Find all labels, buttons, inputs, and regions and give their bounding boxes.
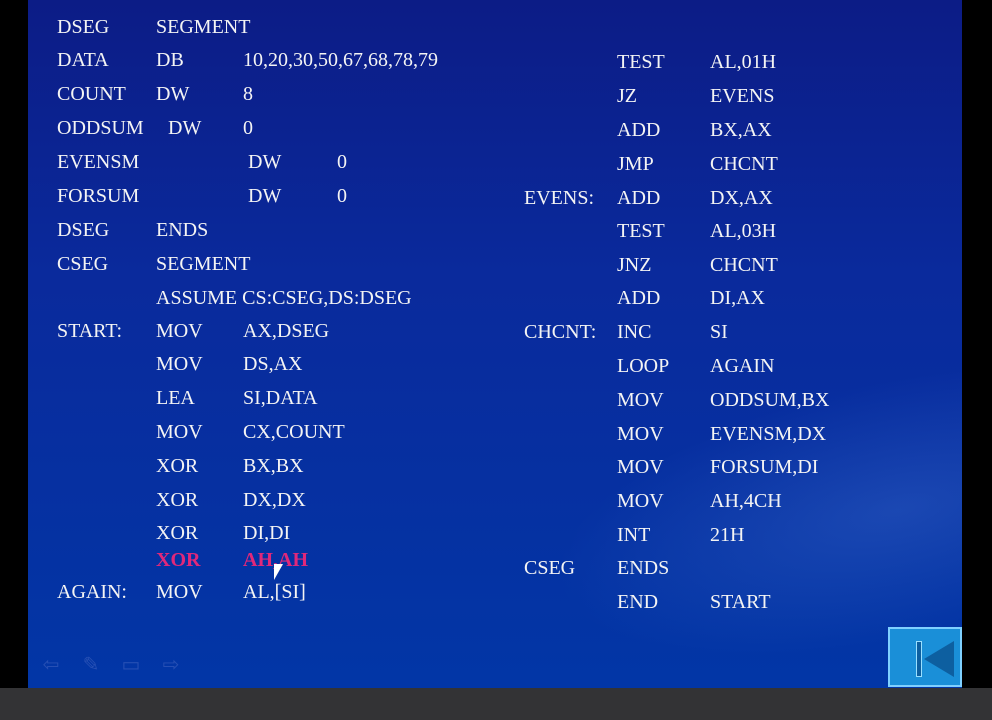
first-slide-icon-bar — [916, 641, 922, 677]
code-opcode: END — [617, 591, 659, 613]
code-opcode: INT — [617, 524, 651, 546]
first-slide-button[interactable] — [888, 627, 962, 687]
pen-icon[interactable]: ✎ — [80, 654, 102, 676]
code-opcode: MOV — [156, 421, 203, 443]
code-operand: START — [710, 591, 771, 613]
code-label: CHCNT: — [524, 321, 597, 343]
code-opcode: LEA — [156, 387, 195, 409]
code-opcode: TEST — [617, 51, 665, 73]
code-operand: 0 — [337, 151, 347, 173]
code-opcode: DW — [248, 151, 282, 173]
code-operand: AGAIN — [710, 355, 775, 377]
code-operand: CHCNT — [710, 153, 778, 175]
slide: DSEG SEGMENT DATA DB 10,20,30,50,67,68,78,79… — [28, 0, 962, 688]
code-label: CSEG — [524, 557, 576, 579]
code-opcode: XOR — [156, 455, 199, 477]
code-label: FORSUM — [57, 185, 140, 207]
code-operand: 0 — [337, 185, 347, 207]
code-opcode: ADD — [617, 119, 661, 141]
code-label: START: — [57, 320, 123, 342]
code-operand: CHCNT — [710, 254, 778, 276]
screen-icon[interactable]: ▭ — [120, 654, 142, 676]
code-operand: AX,DSEG — [243, 320, 330, 342]
code-opcode: DW — [168, 117, 202, 139]
code-operand: AL,[SI] — [243, 581, 306, 603]
code-operand: BX,AX — [710, 119, 772, 141]
code-label: DATA — [57, 49, 109, 71]
code-operand: ODDSUM,BX — [710, 389, 830, 411]
code-operand: SI — [710, 321, 728, 343]
code-label: EVENS: — [524, 187, 594, 209]
code-opcode: DB — [156, 49, 184, 71]
arrow-left-icon[interactable]: ⇦ — [40, 654, 62, 676]
code-operand: 21H — [710, 524, 745, 546]
code-label: EVENSM — [57, 151, 140, 173]
code-opcode: DW — [156, 83, 190, 105]
code-opcode: INC — [617, 321, 652, 343]
code-opcode: JZ — [617, 85, 637, 107]
code-operand: SI,DATA — [243, 387, 318, 409]
code-label: CSEG — [57, 253, 109, 275]
code-operand: 10,20,30,50,67,68,78,79 — [243, 49, 438, 71]
code-opcode: JMP — [617, 153, 654, 175]
code-operand: FORSUM,DI — [710, 456, 819, 478]
bottom-bar — [0, 688, 992, 720]
code-opcode: ASSUME CS:CSEG,DS:DSEG — [156, 287, 412, 309]
code-operand: 8 — [243, 83, 253, 105]
code-operand: 0 — [243, 117, 253, 139]
code-operand: BX,BX — [243, 455, 304, 477]
mouse-cursor — [274, 564, 283, 580]
code-operand: AL,03H — [710, 220, 777, 242]
code-opcode: MOV — [156, 353, 203, 375]
code-opcode: ENDS — [156, 219, 209, 241]
code-opcode: XOR — [156, 549, 201, 571]
code-opcode: XOR — [156, 489, 199, 511]
code-operand: DX,AX — [710, 187, 773, 209]
code-label: DSEG — [57, 16, 110, 38]
code-operand: EVENS — [710, 85, 775, 107]
code-operand: EVENSM,DX — [710, 423, 827, 445]
code-opcode: MOV — [156, 581, 203, 603]
code-opcode: MOV — [617, 490, 664, 512]
code-opcode: MOV — [617, 423, 664, 445]
code-opcode: DW — [248, 185, 282, 207]
code-operand: DX,DX — [243, 489, 306, 511]
code-label: ODDSUM — [57, 117, 144, 139]
code-opcode: SEGMENT — [156, 16, 251, 38]
code-opcode: ADD — [617, 187, 661, 209]
code-label: DSEG — [57, 219, 110, 241]
code-opcode: JNZ — [617, 254, 652, 276]
code-opcode: ADD — [617, 287, 661, 309]
code-opcode: MOV — [156, 320, 203, 342]
code-opcode: XOR — [156, 522, 199, 544]
code-opcode: ENDS — [617, 557, 670, 579]
code-opcode: MOV — [617, 389, 664, 411]
code-opcode: TEST — [617, 220, 665, 242]
first-slide-icon — [924, 641, 954, 677]
code-label: COUNT — [57, 83, 126, 105]
code-operand: AH,4CH — [710, 490, 782, 512]
code-operand: CX,COUNT — [243, 421, 345, 443]
code-operand: AL,01H — [710, 51, 777, 73]
arrow-right-icon[interactable]: ⇨ — [160, 654, 182, 676]
code-opcode: LOOP — [617, 355, 670, 377]
code-label: AGAIN: — [57, 581, 127, 603]
code-operand: DS,AX — [243, 353, 303, 375]
code-operand: DI,AX — [710, 287, 765, 309]
code-opcode: SEGMENT — [156, 253, 251, 275]
code-opcode: MOV — [617, 456, 664, 478]
code-operand: DI,DI — [243, 522, 291, 544]
